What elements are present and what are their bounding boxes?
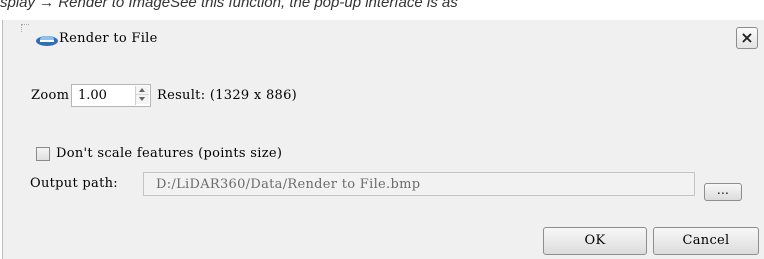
zoom-label: Zoom: [31, 88, 70, 103]
zoom-spinbox[interactable]: 1.00: [71, 84, 151, 107]
result-label: Result: (1329 x 886): [157, 88, 298, 103]
dialog-title: Render to File: [59, 31, 158, 46]
output-path-label: Output path:: [30, 176, 118, 191]
zoom-spinner: [135, 86, 149, 105]
close-button[interactable]: ×: [736, 27, 758, 49]
close-icon: ×: [740, 28, 754, 47]
cancel-button[interactable]: Cancel: [653, 227, 759, 255]
window-grip-icon: [21, 24, 29, 32]
zoom-value: 1.00: [78, 88, 107, 103]
render-to-file-dialog: Render to File × Zoom 1.00 Result: (1329…: [2, 20, 764, 259]
dialog-titlebar: Render to File ×: [3, 20, 763, 58]
dont-scale-label: Don't scale features (points size): [56, 146, 283, 161]
arrow-down-icon[interactable]: [136, 95, 149, 104]
arrow-up-icon[interactable]: [136, 86, 149, 95]
lidar360-logo-icon: [36, 36, 58, 46]
output-path-field[interactable]: D:/LiDAR360/Data/Render to File.bmp: [143, 172, 695, 196]
document-caption: splay → Render to ImageSee this function…: [0, 0, 458, 10]
output-path-value: D:/LiDAR360/Data/Render to File.bmp: [156, 177, 421, 192]
dont-scale-checkbox[interactable]: [36, 147, 50, 161]
ok-button[interactable]: OK: [543, 227, 647, 255]
browse-button[interactable]: ...: [704, 183, 742, 201]
